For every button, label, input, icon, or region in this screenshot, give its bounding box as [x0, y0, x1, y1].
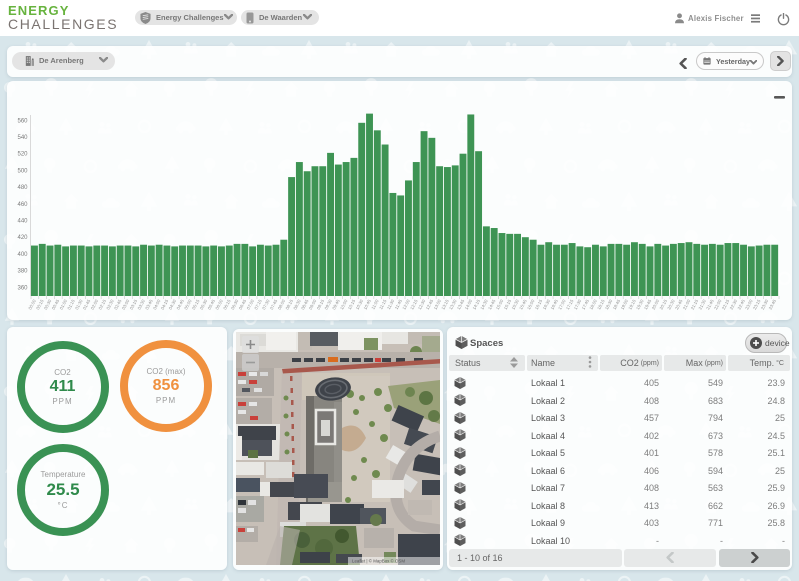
- svg-text:520: 520: [17, 152, 28, 158]
- svg-text:560: 560: [17, 118, 28, 124]
- svg-text:380: 380: [17, 269, 28, 275]
- svg-text:420: 420: [17, 235, 28, 241]
- svg-text:480: 480: [17, 185, 28, 191]
- svg-text:540: 540: [17, 135, 28, 141]
- svg-text:400: 400: [17, 252, 28, 258]
- svg-text:Leaflet | © MapBox © OSM: Leaflet | © MapBox © OSM: [352, 559, 405, 564]
- svg-text:23:45: 23:45: [768, 298, 778, 310]
- svg-text:440: 440: [17, 219, 28, 225]
- svg-text:360: 360: [17, 285, 28, 291]
- svg-text:460: 460: [17, 202, 28, 208]
- svg-text:500: 500: [17, 168, 28, 174]
